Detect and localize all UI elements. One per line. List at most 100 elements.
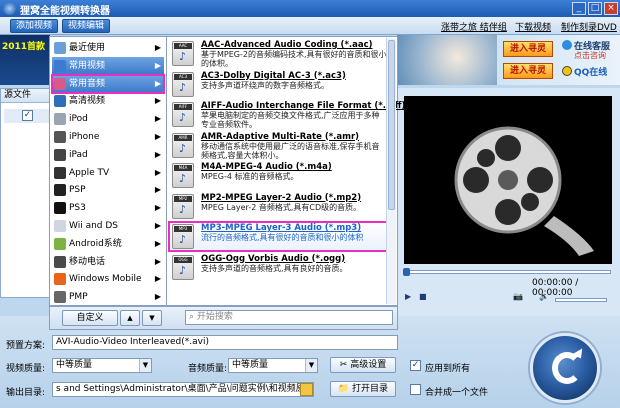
category-item[interactable]: Apple TV ▶: [52, 164, 164, 182]
category-item[interactable]: iPad ▶: [52, 146, 164, 164]
format-tag: AIFF: [174, 104, 192, 110]
open-directory-button[interactable]: 📁 打开目录: [330, 381, 396, 397]
convert-button[interactable]: [530, 333, 600, 403]
audio-file-icon: AIFF ♪: [172, 102, 194, 127]
customer-service-box[interactable]: 在线客服 点击咨询 QQ在线: [560, 36, 618, 80]
format-item[interactable]: AIFF ♪ AIFF-Audio Interchange File Format …: [169, 100, 405, 129]
format-item[interactable]: AMR ♪ AMR-Adaptive Multi-Rate (*.amr) 移动通信系…: [169, 131, 387, 160]
seek-handle[interactable]: [403, 268, 410, 276]
audio-file-icon: OGG ♪: [172, 254, 194, 280]
qq-icon: [562, 66, 572, 76]
audio-quality-select[interactable]: 中等质量 ▼: [228, 358, 318, 373]
chevron-right-icon: ▶: [154, 114, 161, 124]
cs-subtitle: 点击咨询: [574, 51, 606, 60]
link-burn-dvd[interactable]: 制作刻录DVD: [561, 20, 617, 33]
output-dir-value: s and Settings\Administrator\桌面\产品\问题实例\…: [56, 384, 314, 394]
category-item[interactable]: 最近使用 ▶: [52, 39, 164, 57]
link-download-video[interactable]: 下载视频: [515, 20, 551, 33]
output-dir-label: 输出目录:: [6, 388, 46, 398]
file-row-checkbox[interactable]: ✓: [22, 110, 33, 121]
format-item[interactable]: OGG ♪ OGG-Ogg Vorbis Audio (*.ogg) 支持多声道的音频…: [169, 253, 387, 282]
volume-icon[interactable]: 🔈: [539, 292, 549, 301]
preset-select[interactable]: AVI-Audio-Video Interleaved(*.avi): [52, 335, 398, 350]
music-note-icon: ♪: [179, 80, 187, 94]
output-dir-field[interactable]: s and Settings\Administrator\桌面\产品\问题实例\…: [52, 382, 314, 397]
category-item[interactable]: iPod ▶: [52, 110, 164, 128]
audio-file-icon: MP2 ♪: [172, 193, 194, 219]
format-item[interactable]: MP3 ♪ MP3-MPEG Layer-3 Audio (*.mp3) 流行的音频格…: [168, 221, 388, 252]
source-file-header: 源文件: [1, 89, 51, 103]
pmp-icon: [54, 291, 66, 304]
qq-online-label: QQ在线: [574, 68, 608, 78]
phone-icon: [54, 255, 66, 268]
play-icon[interactable]: ▶: [405, 292, 411, 301]
category-item[interactable]: Windows Mobile ▶: [52, 270, 164, 288]
category-item[interactable]: 常用音频 ▶: [51, 73, 165, 94]
wii-icon: [54, 220, 66, 232]
chevron-right-icon: ▶: [154, 238, 161, 248]
format-description: 基于MPEG-2的音频编码技术,具有很好的音质和很小的体积。: [201, 50, 387, 68]
format-description: 支持多声道环绕声的数字音频格式。: [201, 80, 329, 90]
format-tag: AMR: [174, 134, 192, 141]
category-item[interactable]: PS3 ▶: [52, 199, 164, 217]
edit-video-button[interactable]: 视频编辑: [62, 19, 111, 33]
scroll-up-button[interactable]: ▲: [120, 310, 140, 326]
category-label: 最近使用: [69, 43, 106, 53]
audio-file-icon: M4A ♪: [172, 163, 194, 188]
enter-game-button-2[interactable]: 进入寻灵: [503, 63, 553, 79]
category-item[interactable]: Wii and DS ▶: [52, 217, 164, 235]
category-label: 高清视频: [69, 96, 106, 107]
volume-slider[interactable]: [555, 298, 607, 302]
category-item[interactable]: Android系统 ▶: [52, 235, 164, 253]
folder-icon[interactable]: [300, 383, 313, 396]
seek-bar[interactable]: [405, 270, 611, 274]
format-item[interactable]: AC3 ♪ AC3-Dolby Digital AC-3 (*.ac3) 支持多声道环…: [169, 70, 387, 99]
merge-files-checkbox[interactable]: [410, 384, 421, 395]
category-item[interactable]: 移动电话 ▶: [52, 253, 164, 271]
preset-value: AVI-Audio-Video Interleaved(*.avi): [56, 337, 209, 347]
banner-ad-left[interactable]: 2011首款: [0, 35, 50, 85]
category-item[interactable]: iPhone ▶: [52, 128, 164, 146]
link-travel-group[interactable]: 涨带之旅 结伴组: [441, 20, 507, 33]
format-description: MPEG-4 标准的音频格式。: [201, 172, 299, 181]
format-item[interactable]: M4A ♪ M4A-MPEG-4 Audio (*.m4a) MPEG-4 标准的音频…: [169, 161, 387, 190]
chevron-right-icon: ▶: [154, 292, 161, 302]
app-logo-icon: [3, 2, 16, 15]
video-quality-value: 中等质量: [56, 360, 93, 370]
file-row[interactable]: ✓: [4, 109, 49, 123]
title-bar: 狸窝全能视频转换器 _ □ ×: [0, 0, 620, 17]
stop-icon[interactable]: ■: [419, 292, 427, 301]
category-item[interactable]: PMP ▶: [52, 288, 164, 306]
enter-game-button-1[interactable]: 进入寻灵: [503, 41, 553, 57]
appletv-icon: [54, 166, 66, 179]
category-item[interactable]: 高清视频 ▶: [52, 92, 164, 110]
custom-button[interactable]: 自定义: [62, 310, 118, 326]
ps3-icon: [54, 202, 66, 215]
category-item[interactable]: PSP ▶: [52, 181, 164, 199]
advanced-settings-button[interactable]: ✂ 高级设置: [330, 357, 396, 373]
audio-quality-label: 音频质量:: [188, 364, 228, 374]
music-note-icon: ♪: [179, 202, 187, 216]
menu-bar: 添加视频 视频编辑 涨带之旅 结伴组 下载视频 制作刻录DVD: [0, 17, 620, 35]
video-quality-select[interactable]: 中等质量 ▼: [52, 358, 152, 373]
search-input[interactable]: ⌕ 开始搜索: [185, 310, 393, 325]
camera-snapshot-icon[interactable]: 📷: [513, 292, 523, 301]
chevron-down-icon: ▼: [305, 359, 317, 372]
add-video-button[interactable]: 添加视频: [10, 19, 59, 33]
format-scrollbar[interactable]: [386, 38, 396, 304]
source-file-list[interactable]: 源文件 ✓: [0, 88, 52, 298]
category-label: iPhone: [69, 132, 100, 142]
audio-file-icon: AMR ♪: [172, 132, 194, 158]
category-item[interactable]: 常用视频 ▶: [52, 56, 164, 75]
psp-icon: [54, 184, 66, 197]
apply-to-all-checkbox[interactable]: ✓: [410, 360, 421, 371]
open-folder-icon: 📁: [337, 384, 350, 394]
scrollbar-thumb[interactable]: [388, 40, 395, 210]
maximize-button[interactable]: □: [588, 2, 602, 15]
close-button[interactable]: ×: [604, 2, 618, 15]
scroll-down-button[interactable]: ▼: [142, 310, 162, 326]
format-tag: AC3: [174, 73, 192, 80]
minimize-button[interactable]: _: [572, 2, 586, 15]
format-item[interactable]: AAC ♪ AAC-Advanced Audio Coding (*.aac) 基于M…: [169, 39, 387, 68]
format-item[interactable]: MP2 ♪ MP2-MPEG Layer-2 Audio (*.mp2) MPEG L…: [169, 192, 387, 221]
